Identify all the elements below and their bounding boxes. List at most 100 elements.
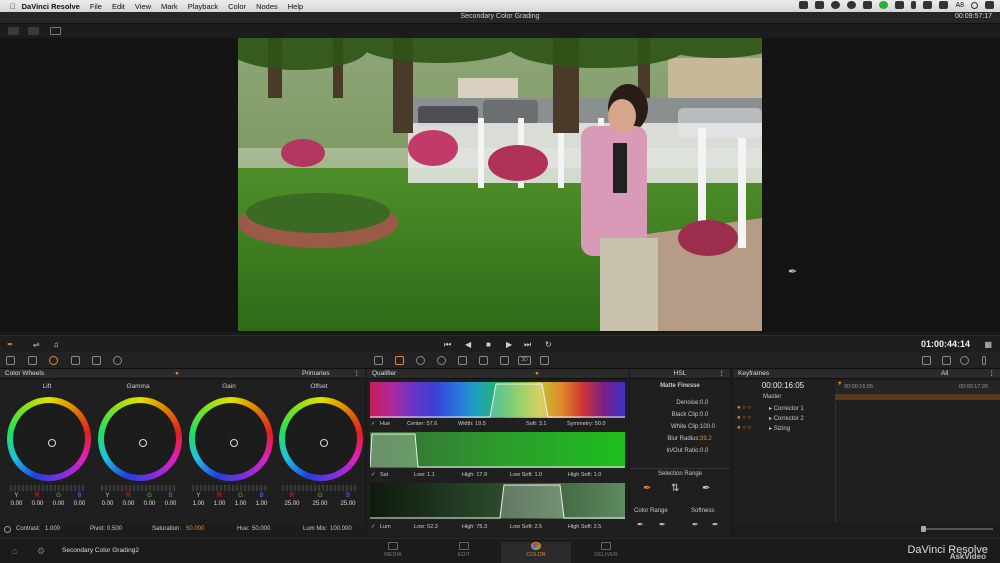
curves-refresh-icon[interactable] [113,356,122,365]
rgb-mixer-icon[interactable] [71,356,80,365]
sat-low[interactable]: Low: 1.1 [414,472,435,478]
power-window-icon[interactable] [416,356,425,365]
black-clip-value[interactable]: 0.0 [700,412,708,418]
lift-wheel-handle[interactable] [48,439,56,447]
sat-low-soft[interactable]: Low Soft: 1.0 [510,472,542,478]
menu-help[interactable]: Help [288,2,303,11]
motion-effects-icon[interactable] [92,356,101,365]
gain-wheel[interactable] [189,397,273,481]
color-wheels-tab-icon[interactable] [49,356,58,365]
picker-feather-icon[interactable]: ✒ [702,483,710,494]
cloud-icon[interactable] [863,1,873,9]
auto-balance-icon[interactable] [4,526,11,533]
keyframes-filter[interactable]: All [941,369,948,379]
hsl-mode-selector[interactable]: HSL [674,370,687,377]
camera-icon[interactable] [799,1,809,9]
track-corrector-1[interactable]: ▸ Corrector 1 [769,405,804,412]
info-icon[interactable] [982,356,986,365]
go-to-end-icon[interactable]: ⏭ [524,340,531,350]
stop-icon[interactable]: ■ [486,340,491,349]
softness-minus-icon[interactable]: ✒ [692,520,699,529]
stereo-icon[interactable] [540,356,549,365]
pivot-value[interactable]: 0.500 [107,526,122,532]
tab-color[interactable]: COLOR [501,542,571,563]
menu-view[interactable]: View [135,2,151,11]
gamma-r-value[interactable]: 0.00 [123,501,135,507]
lift-master-slider[interactable] [10,485,86,491]
scopes-icon[interactable] [942,356,951,365]
picker-tool-icon[interactable]: ✒ [7,340,14,349]
gallery-toggle-icon[interactable] [8,27,19,35]
pause-icon[interactable] [847,1,857,9]
track-master[interactable]: Master [763,394,781,400]
offset-b-value[interactable]: 25.00 [340,501,355,507]
notifications-icon[interactable] [985,1,994,9]
track-3-controls-icon[interactable]: ● ○ ○ [737,425,751,431]
options-menu-icon[interactable]: ⋮ [354,369,361,379]
menu-color[interactable]: Color [228,2,246,11]
gain-master-slider[interactable] [192,485,268,491]
offset-r-value[interactable]: 25.00 [284,501,299,507]
input-source[interactable]: A8 [955,2,964,9]
go-to-start-icon[interactable]: ⏮ [444,340,451,350]
range-subtract-icon[interactable]: ✒ [659,520,666,529]
picker-eyedropper-icon[interactable]: ✒ [643,483,651,494]
reverse-play-icon[interactable]: ◀ [465,340,471,349]
offset-wheel-handle[interactable] [320,439,328,447]
wifi-icon[interactable] [923,1,933,9]
hue-check-icon[interactable]: ✓ [371,421,376,427]
denoise-value[interactable]: 0.0 [700,400,708,406]
qualifier-tab-icon[interactable] [395,356,404,365]
menu-mark[interactable]: Mark [161,2,178,11]
hue-soft[interactable]: Soft: 3.1 [526,421,547,427]
blur-radius-value[interactable]: 39.2 [700,436,712,442]
mode-selector[interactable]: Primaries [302,369,329,379]
saturation-value[interactable]: 50.000 [186,526,204,532]
keyframes-menu-icon[interactable]: ⋮ [989,369,996,379]
camera-raw-icon[interactable] [6,356,15,365]
lum-low-soft[interactable]: Low Soft: 2.5 [510,524,542,530]
gain-wheel-handle[interactable] [230,439,238,447]
hsl-menu-icon[interactable]: ⋮ [719,369,726,379]
sizing-icon[interactable] [500,356,509,365]
play-icon[interactable]: ▶ [506,340,512,349]
sat-high[interactable]: High: 17.9 [462,472,487,478]
gain-y-value[interactable]: 1.00 [193,501,205,507]
lum-qualifier-bar[interactable] [370,483,625,519]
volume-icon[interactable] [939,1,949,9]
gamma-wheel-handle[interactable] [139,439,147,447]
hue-center[interactable]: Center: 57.6 [407,421,437,427]
menu-nodes[interactable]: Nodes [256,2,278,11]
master-keyframe-track[interactable] [835,394,1000,400]
audio-icon[interactable]: ♫ [53,340,59,349]
blur-icon[interactable] [458,356,467,365]
contrast-value[interactable]: 1.000 [45,526,60,532]
track-corrector-2[interactable]: ▸ Corrector 2 [769,415,804,422]
hue-width[interactable]: Width: 19.5 [458,421,486,427]
playhead-marker-icon[interactable]: ▼ [837,381,842,387]
video-frame[interactable] [238,38,762,331]
track-sizing[interactable]: ▸ Sizing [769,425,790,432]
gain-r-value[interactable]: 1.00 [214,501,226,507]
color-match-icon[interactable] [28,356,37,365]
shuffle-icon[interactable]: ⇌ [33,340,40,349]
highlight-wand-icon[interactable] [50,27,61,35]
menu-file[interactable]: File [90,2,102,11]
gamma-y-value[interactable]: 0.00 [102,501,114,507]
status-green-icon[interactable] [879,1,889,9]
lift-b-value[interactable]: 0.00 [74,501,86,507]
menu-playback[interactable]: Playback [188,2,218,11]
key-icon[interactable] [479,356,488,365]
project-title[interactable]: Secondary Color Grading [0,13,1000,20]
sat-high-soft[interactable]: High Soft: 1.0 [568,472,601,478]
hue-qualifier-bar[interactable] [370,382,625,418]
sat-check-icon[interactable]: ✓ [371,472,376,478]
white-clip-value[interactable]: 100.0 [700,424,715,430]
keyframe-ruler[interactable]: ▼ 00:00:16:05 00:00:17:20 [835,381,1000,393]
hue-value[interactable]: 50.000 [252,526,270,532]
track-1-controls-icon[interactable]: ● ○ ○ [737,405,751,411]
gain-g-value[interactable]: 1.00 [235,501,247,507]
hue-symmetry[interactable]: Symmetry: 50.0 [567,421,606,427]
app-menu[interactable]: DaVinci Resolve [22,2,80,11]
lift-wheel[interactable] [7,397,91,481]
